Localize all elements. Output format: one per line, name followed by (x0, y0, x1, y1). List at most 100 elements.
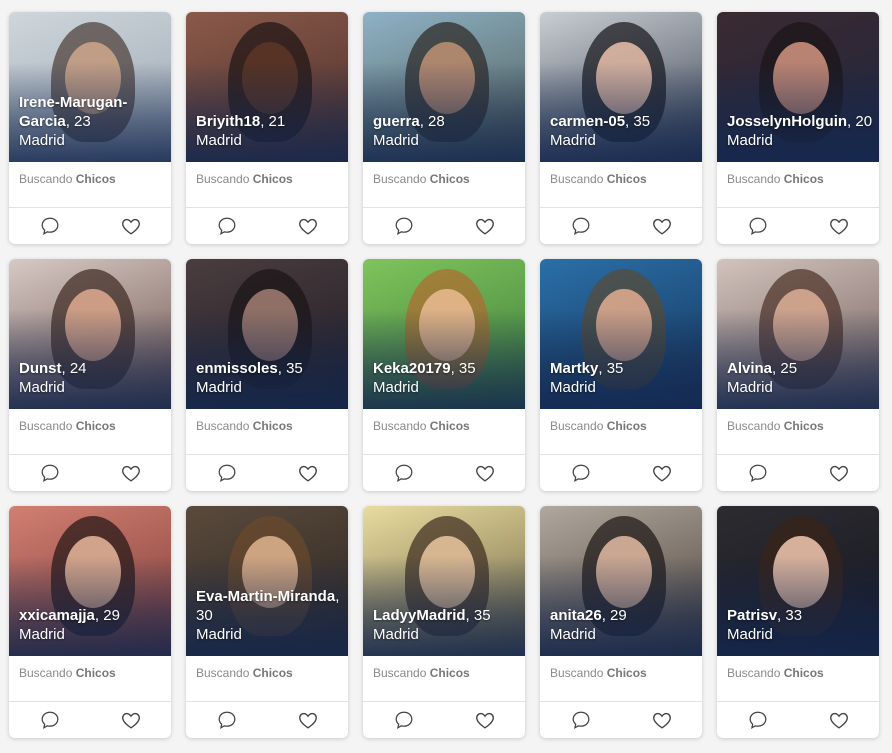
profile-card[interactable]: Briyith18, 21 Madrid Buscando Chicos (186, 12, 348, 244)
profile-age: 33 (785, 607, 803, 624)
profile-name[interactable]: Briyith18 (196, 113, 260, 130)
profile-card[interactable]: LadyyMadrid, 35 Madrid Buscando Chicos (363, 506, 525, 738)
chat-bubble-icon[interactable] (37, 707, 63, 733)
chat-bubble-icon[interactable] (214, 707, 240, 733)
chat-bubble-icon[interactable] (391, 460, 417, 486)
heart-icon[interactable] (649, 213, 675, 239)
chat-bubble-icon[interactable] (214, 460, 240, 486)
profile-photo[interactable]: Alvina, 25 Madrid (717, 259, 879, 409)
profile-card[interactable]: Martky, 35 Madrid Buscando Chicos (540, 259, 702, 491)
heart-icon[interactable] (826, 213, 852, 239)
profile-card[interactable]: Irene-Marugan-Garcia, 23 Madrid Buscando C… (9, 12, 171, 244)
heart-icon[interactable] (118, 707, 144, 733)
profile-name[interactable]: Eva-Martin-Miranda (196, 588, 335, 605)
profile-name[interactable]: Dunst (19, 360, 62, 377)
name-age-separator: , (419, 113, 429, 130)
chat-bubble-icon[interactable] (214, 213, 240, 239)
heart-icon[interactable] (826, 460, 852, 486)
heart-icon[interactable] (118, 460, 144, 486)
profile-age: 35 (606, 360, 624, 377)
chat-bubble-icon[interactable] (745, 460, 771, 486)
profile-photo[interactable]: carmen-05, 35 Madrid (540, 12, 702, 162)
chat-bubble-icon[interactable] (568, 213, 594, 239)
seeking-text: Buscando Chicos (186, 409, 348, 455)
profile-photo[interactable]: JosselynHolguin, 20 Madrid (717, 12, 879, 162)
chat-bubble-icon[interactable] (745, 213, 771, 239)
heart-icon[interactable] (649, 460, 675, 486)
profile-name[interactable]: carmen-05 (550, 113, 625, 130)
profile-city: Madrid (196, 626, 242, 643)
chat-bubble-icon[interactable] (568, 707, 594, 733)
profile-city: Madrid (727, 626, 773, 643)
seeking-text: Buscando Chicos (363, 656, 525, 702)
profile-name[interactable]: anita26 (550, 607, 602, 624)
profile-name[interactable]: xxicamajja (19, 607, 95, 624)
card-actions (717, 702, 879, 738)
profile-photo[interactable]: Eva-Martin-Miranda, 30 Madrid (186, 506, 348, 656)
heart-icon[interactable] (472, 707, 498, 733)
profile-photo[interactable]: Keka20179, 35 Madrid (363, 259, 525, 409)
profile-age: 21 (268, 113, 286, 130)
profile-photo[interactable]: enmissoles, 35 Madrid (186, 259, 348, 409)
profile-name[interactable]: guerra (373, 113, 420, 130)
profile-card[interactable]: xxicamajja, 29 Madrid Buscando Chicos (9, 506, 171, 738)
heart-icon[interactable] (472, 213, 498, 239)
name-age-separator: , (465, 607, 474, 624)
heart-icon[interactable] (295, 707, 321, 733)
profile-name[interactable]: JosselynHolguin (727, 113, 847, 130)
profile-photo[interactable]: Patrisv, 33 Madrid (717, 506, 879, 656)
card-actions (9, 455, 171, 491)
heart-icon[interactable] (472, 460, 498, 486)
profile-photo[interactable]: Irene-Marugan-Garcia, 23 Madrid (9, 12, 171, 162)
profile-age: 35 (458, 360, 476, 377)
profile-photo[interactable]: guerra, 28 Madrid (363, 12, 525, 162)
profile-card[interactable]: Dunst, 24 Madrid Buscando Chicos (9, 259, 171, 491)
chat-bubble-icon[interactable] (745, 707, 771, 733)
heart-icon[interactable] (118, 213, 144, 239)
heart-icon[interactable] (826, 707, 852, 733)
profile-name[interactable]: Alvina (727, 360, 772, 377)
chat-bubble-icon[interactable] (568, 460, 594, 486)
profile-city: Madrid (19, 626, 65, 643)
heart-icon[interactable] (295, 213, 321, 239)
chat-bubble-icon[interactable] (391, 213, 417, 239)
profile-caption: Alvina, 25 Madrid (727, 359, 873, 397)
heart-icon[interactable] (649, 707, 675, 733)
profile-age: 20 (855, 113, 873, 130)
profile-caption: Eva-Martin-Miranda, 30 Madrid (196, 587, 342, 644)
profile-age: 25 (780, 360, 798, 377)
chat-bubble-icon[interactable] (37, 213, 63, 239)
seeking-target: Chicos (252, 419, 293, 433)
profile-name[interactable]: enmissoles (196, 360, 278, 377)
profile-card[interactable]: guerra, 28 Madrid Buscando Chicos (363, 12, 525, 244)
seeking-target: Chicos (75, 419, 116, 433)
seeking-prefix: Buscando (19, 666, 73, 680)
profile-name[interactable]: LadyyMadrid (373, 607, 466, 624)
profile-name[interactable]: Keka20179 (373, 360, 451, 377)
profile-card[interactable]: anita26, 29 Madrid Buscando Chicos (540, 506, 702, 738)
chat-bubble-icon[interactable] (391, 707, 417, 733)
seeking-target: Chicos (606, 666, 647, 680)
card-actions (717, 208, 879, 244)
profile-photo[interactable]: Dunst, 24 Madrid (9, 259, 171, 409)
profile-name[interactable]: Martky (550, 360, 598, 377)
profile-photo[interactable]: xxicamajja, 29 Madrid (9, 506, 171, 656)
card-actions (363, 455, 525, 491)
profile-card[interactable]: JosselynHolguin, 20 Madrid Buscando Chicos (717, 12, 879, 244)
profile-name[interactable]: Patrisv (727, 607, 777, 624)
profile-card[interactable]: carmen-05, 35 Madrid Buscando Chicos (540, 12, 702, 244)
seeking-prefix: Buscando (373, 172, 427, 186)
profile-card[interactable]: Patrisv, 33 Madrid Buscando Chicos (717, 506, 879, 738)
chat-bubble-icon[interactable] (37, 460, 63, 486)
profile-card[interactable]: Keka20179, 35 Madrid Buscando Chicos (363, 259, 525, 491)
profile-photo[interactable]: LadyyMadrid, 35 Madrid (363, 506, 525, 656)
profile-card[interactable]: Eva-Martin-Miranda, 30 Madrid Buscando Chi… (186, 506, 348, 738)
heart-icon[interactable] (295, 460, 321, 486)
profile-photo[interactable]: Briyith18, 21 Madrid (186, 12, 348, 162)
profile-city: Madrid (196, 132, 242, 149)
profile-photo[interactable]: Martky, 35 Madrid (540, 259, 702, 409)
profile-age: 29 (610, 607, 627, 624)
profile-card[interactable]: enmissoles, 35 Madrid Buscando Chicos (186, 259, 348, 491)
profile-photo[interactable]: anita26, 29 Madrid (540, 506, 702, 656)
profile-card[interactable]: Alvina, 25 Madrid Buscando Chicos (717, 259, 879, 491)
